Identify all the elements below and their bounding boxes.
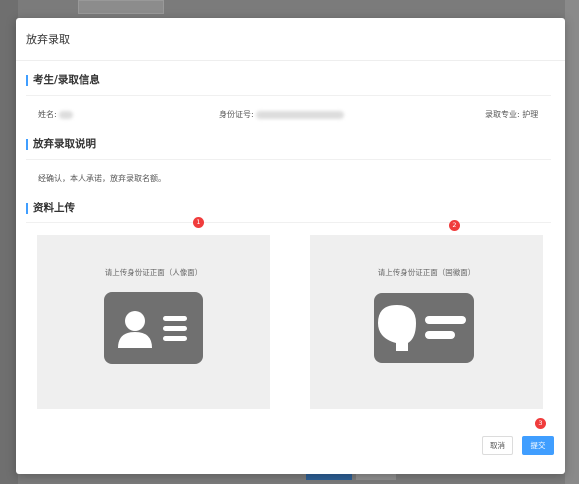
name-label: 姓名: <box>38 110 57 119</box>
section-divider <box>26 222 551 223</box>
section-title-upload: 资料上传 <box>26 203 75 214</box>
info-major: 录取专业: 护理 <box>485 109 538 120</box>
section-title-description: 放弃录取说明 <box>26 139 96 150</box>
section-title-info: 考生/录取信息 <box>26 75 100 86</box>
major-label: 录取专业: <box>485 110 520 119</box>
section-divider <box>26 159 551 160</box>
section-divider <box>26 95 551 96</box>
major-value: 护理 <box>522 110 539 119</box>
info-name: 姓名: <box>38 109 74 120</box>
upload-id-front-portrait[interactable]: 请上传身份证正面（人像面） <box>37 235 270 409</box>
name-value-redacted <box>59 110 74 119</box>
step-badge-3: 3 <box>535 418 546 429</box>
description-text: 经确认，本人承诺，放弃录取名额。 <box>38 174 166 183</box>
cancel-button[interactable]: 取消 <box>482 436 513 455</box>
submit-button[interactable]: 提交 <box>522 436 554 455</box>
upload-label: 请上传身份证正面（国徽面） <box>377 268 476 277</box>
dialog-title: 放弃录取 <box>26 33 70 46</box>
upload-label: 请上传身份证正面（人像面） <box>104 268 203 277</box>
background-tab <box>78 0 164 14</box>
step-badge-2: 2 <box>449 220 460 231</box>
abandon-admission-dialog: 放弃录取 考生/录取信息 姓名: 身份证号: 录取专业: 护理 放弃录取说明 经… <box>16 18 565 474</box>
id-card-portrait-icon <box>104 292 203 364</box>
info-id: 身份证号: <box>219 109 345 120</box>
step-badge-1: 1 <box>193 217 204 228</box>
background-right-panel <box>565 0 579 484</box>
id-label: 身份证号: <box>219 110 254 119</box>
upload-id-front-emblem[interactable]: 请上传身份证正面（国徽面） <box>310 235 543 409</box>
id-value-redacted <box>256 110 345 119</box>
id-card-emblem-icon <box>374 293 474 363</box>
title-divider <box>16 60 565 61</box>
